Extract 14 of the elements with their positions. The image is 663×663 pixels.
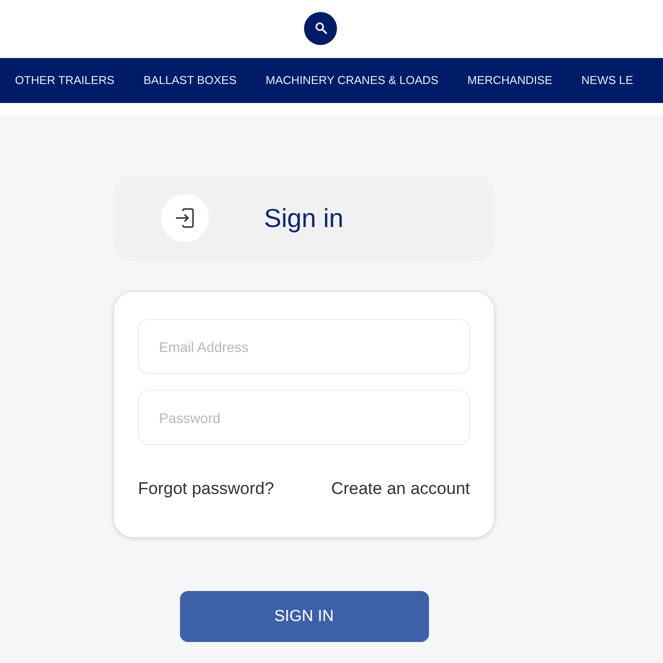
search-button[interactable] xyxy=(304,12,337,44)
password-field[interactable]: Password xyxy=(138,390,470,445)
forgot-password-link[interactable]: Forgot password? xyxy=(138,479,274,499)
nav-link[interactable]: OTHER TRAILERS xyxy=(15,74,114,86)
login-icon xyxy=(161,194,209,242)
create-account-link[interactable]: Create an account xyxy=(331,479,470,499)
nav-link[interactable]: MACHINERY CRANES & LOADS xyxy=(266,74,438,86)
search-icon xyxy=(314,22,326,34)
nav-link[interactable]: MERCHANDISE xyxy=(467,74,552,86)
nav-link[interactable]: NEWS LE xyxy=(581,74,634,86)
sign-in-title: Sign in xyxy=(264,202,344,234)
nav-link[interactable]: BALLAST BOXES xyxy=(143,74,237,86)
email-field[interactable]: Email Address xyxy=(138,319,470,374)
sign-in-button[interactable]: SIGN IN xyxy=(180,591,428,642)
